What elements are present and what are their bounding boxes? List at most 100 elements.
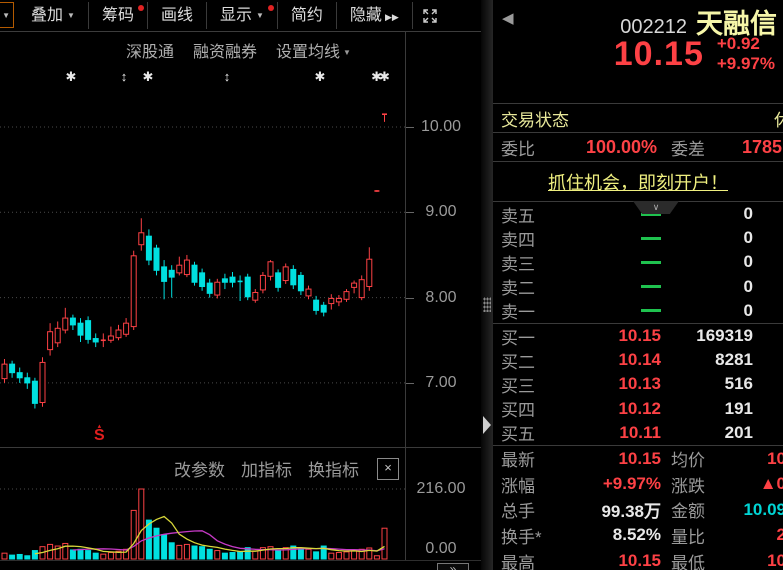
splitter-grip-icon[interactable] xyxy=(483,297,491,312)
chevron-down-icon: ▼ xyxy=(67,11,75,20)
quote-panel: ◀ 002212 天融信 10.15 +0.92 +9.97% 交易状态 休 委… xyxy=(493,0,783,570)
price-tick-label: 9.00 xyxy=(405,203,477,221)
stat-label: 金额 xyxy=(671,497,743,522)
event-marker-icon: ✱ xyxy=(143,70,154,83)
order-qty: 0 xyxy=(661,301,753,321)
stat-value: 2 xyxy=(743,525,783,545)
close-indicator-button[interactable]: × xyxy=(377,458,399,480)
stock-terminal: ▼ 叠加▼筹码画线显示▼简约隐藏▶▶ 深股通融资融券设置均线▼ 10.009.0… xyxy=(0,0,783,570)
event-marker-icon: ✱✱ xyxy=(371,70,387,83)
more-indicators-button[interactable]: » xyxy=(437,563,469,570)
order-level-label: 卖二 xyxy=(501,274,561,299)
candlestick-chart xyxy=(0,31,405,447)
volume-tick-label: 216.00 xyxy=(405,480,477,498)
toolbar-button-label: 简约 xyxy=(291,7,323,24)
stat-value: 10 xyxy=(743,551,783,570)
price-tick-label: 10.00 xyxy=(405,118,477,136)
toolbar-button-label: 隐藏 xyxy=(350,7,382,24)
double-arrow-icon: ▶▶ xyxy=(385,12,399,22)
indicator-button-换指标[interactable]: 换指标 xyxy=(308,456,359,481)
fullscreen-icon xyxy=(420,6,440,26)
order-level-label: 卖一 xyxy=(501,298,561,323)
sell-row-卖三[interactable]: 卖三0 xyxy=(493,250,783,274)
weibi-value: 100.00% xyxy=(551,137,657,158)
stat-label: 均价 xyxy=(671,446,743,471)
price-tick-label: 8.00 xyxy=(405,289,477,307)
event-marker-icon: ✱ xyxy=(66,70,77,83)
collapse-panel-arrow-icon[interactable] xyxy=(483,416,491,434)
chevron-down-icon: ▼ xyxy=(256,11,264,20)
trade-status-row: 交易状态 休 xyxy=(493,103,783,132)
price-tick-label: 7.00 xyxy=(405,374,477,392)
stat-value: 10.15 xyxy=(563,551,661,570)
event-marker-icon: ✱ xyxy=(315,70,326,83)
order-level-label: 买一 xyxy=(501,324,561,349)
order-qty: 8281 xyxy=(661,350,753,370)
fullscreen-button[interactable] xyxy=(413,2,447,29)
order-price: 10.12 xyxy=(561,399,661,419)
toolbar-buttons: 叠加▼筹码画线显示▼简约隐藏▶▶ xyxy=(18,0,413,31)
stat-label: 最低 xyxy=(671,549,743,570)
order-level-label: 卖三 xyxy=(501,250,561,275)
stat-value: ▲0 xyxy=(743,474,783,494)
toolbar-button-显示[interactable]: 显示 ▼ xyxy=(207,2,278,29)
notification-dot-icon xyxy=(138,5,144,11)
stat-row: 涨幅+9.97%涨跌▲0 xyxy=(493,471,783,497)
toolbar-button-简约[interactable]: 简约 xyxy=(278,2,337,29)
weibi-row: 委比 100.00% 委差 1785 xyxy=(493,132,783,161)
last-price: 10.15 xyxy=(614,35,704,74)
order-level-label: 买四 xyxy=(501,396,561,421)
trade-status-value: 休 xyxy=(774,106,783,131)
stat-value: 10.09 xyxy=(743,500,783,520)
weicha-value: 1785 xyxy=(705,137,782,158)
toolbar-button-label: 显示 xyxy=(220,7,252,24)
buy-row-买三[interactable]: 买三10.13516 xyxy=(493,372,783,396)
weicha-label: 委差 xyxy=(671,135,705,160)
toolbar-button-隐藏[interactable]: 隐藏▶▶ xyxy=(337,2,413,29)
sell-row-卖一[interactable]: 卖一 0 xyxy=(493,299,783,323)
toolbar-button-label: 画线 xyxy=(161,7,193,24)
empty-price-dash-icon xyxy=(641,237,661,240)
stat-label: 涨幅 xyxy=(501,472,563,497)
open-account-link[interactable]: 抓住机会，即刻开户！ xyxy=(548,169,728,195)
order-qty: 516 xyxy=(661,374,753,394)
axis-tick xyxy=(406,127,414,128)
notification-dot-icon xyxy=(268,5,274,11)
empty-price-dash-icon xyxy=(641,261,661,264)
indicator-button-加指标[interactable]: 加指标 xyxy=(241,456,292,481)
stat-value: 10 xyxy=(743,449,783,469)
stat-label: 换手* xyxy=(501,523,563,548)
toolbar-partial-button[interactable]: ▼ xyxy=(0,2,14,28)
buy-row-买一[interactable]: 买一10.15169319 xyxy=(493,324,783,348)
stat-value: 8.52% xyxy=(563,525,661,545)
divider xyxy=(0,560,481,561)
change-percent: +9.97% xyxy=(717,54,775,74)
sell-row-卖四[interactable]: 卖四0 xyxy=(493,226,783,250)
change-value: +0.92 xyxy=(717,34,775,54)
stat-label: 最高 xyxy=(501,549,563,570)
buy-row-买二[interactable]: 买二10.148281 xyxy=(493,348,783,372)
buy-row-买四[interactable]: 买四10.12191 xyxy=(493,397,783,421)
buy-row-买五[interactable]: 买五10.11201 xyxy=(493,421,783,445)
order-qty: 191 xyxy=(661,399,753,419)
axis-tick xyxy=(406,212,414,213)
event-marker-icon: ↕ xyxy=(121,70,128,83)
stats-grid: 最新10.15均价10涨幅+9.97%涨跌▲0总手99.38万金额10.09换手… xyxy=(493,445,783,570)
toolbar-button-画线[interactable]: 画线 xyxy=(148,2,207,29)
toolbar: ▼ 叠加▼筹码画线显示▼简约隐藏▶▶ xyxy=(0,0,481,32)
volume-tick-label: 0.00 xyxy=(405,540,477,558)
back-arrow-icon[interactable]: ◀ xyxy=(502,9,514,27)
order-qty: 0 xyxy=(661,228,753,248)
stat-label: 总手 xyxy=(501,497,563,522)
toolbar-button-叠加[interactable]: 叠加▼ xyxy=(18,2,89,29)
indicator-button-改参数[interactable]: 改参数 xyxy=(174,456,225,481)
stat-row: 最新10.15均价10 xyxy=(493,446,783,472)
toolbar-button-label: 筹码 xyxy=(102,7,134,24)
toolbar-button-筹码[interactable]: 筹码 xyxy=(89,2,148,29)
sell-order-book: ∨ 卖五0卖四0卖三0卖二0卖一0 xyxy=(493,201,783,323)
sell-row-卖二[interactable]: 卖二0 xyxy=(493,275,783,299)
weibi-label: 委比 xyxy=(501,135,551,160)
panel-splitter[interactable] xyxy=(481,0,493,570)
order-price: 10.14 xyxy=(561,350,661,370)
stat-row: 总手99.38万金额10.09 xyxy=(493,497,783,523)
